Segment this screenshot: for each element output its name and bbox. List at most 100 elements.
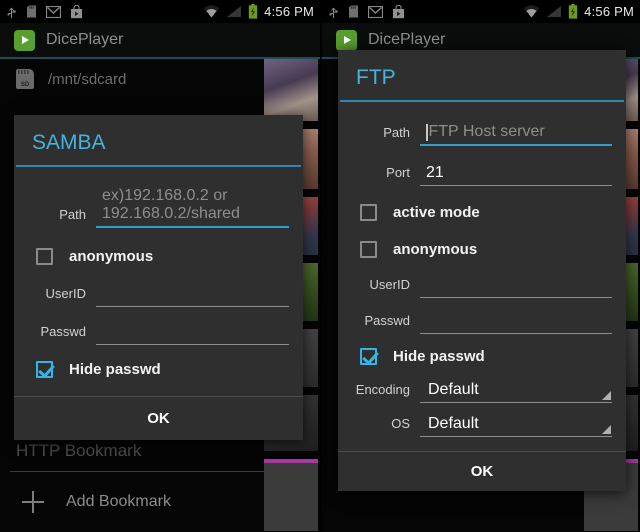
signal-icon — [227, 6, 242, 17]
plus-icon — [22, 491, 44, 513]
samba-path-input[interactable]: ex)192.168.0.2 or 192.168.0.2/shared — [96, 187, 289, 228]
ftp-anonymous-row[interactable]: anonymous — [360, 240, 612, 258]
samba-passwd-input[interactable] — [96, 319, 289, 345]
samba-hide-passwd-row[interactable]: Hide passwd — [36, 360, 289, 378]
wifi-icon — [523, 5, 540, 18]
ftp-os-row: OS Default — [352, 411, 612, 437]
ftp-hide-passwd-checkbox[interactable] — [360, 347, 377, 365]
dialog-title: FTP — [356, 66, 396, 89]
battery-icon — [568, 4, 578, 19]
samba-userid-label: UserID — [45, 285, 86, 301]
status-bar-left-icons — [328, 4, 405, 19]
status-bar: 4:56 PM — [0, 0, 320, 23]
samba-userid-row: UserID — [28, 281, 289, 307]
gmail-icon — [368, 5, 383, 18]
samba-anonymous-label: anonymous — [69, 247, 154, 265]
status-bar-clock: 4:56 PM — [584, 4, 634, 19]
battery-icon — [248, 4, 258, 19]
ftp-hide-passwd-row[interactable]: Hide passwd — [360, 347, 612, 365]
dialog-title: SAMBA — [32, 131, 106, 154]
samba-ok-button[interactable]: OK — [14, 397, 303, 440]
ftp-ok-button[interactable]: OK — [338, 452, 626, 491]
status-bar: 4:56 PM — [322, 0, 640, 23]
ftp-os-spinner[interactable]: Default — [420, 411, 612, 437]
ftp-anonymous-label: anonymous — [393, 240, 478, 258]
ftp-encoding-spinner[interactable]: Default — [420, 377, 612, 403]
ftp-port-input[interactable]: 21 — [420, 160, 612, 186]
ftp-dialog-body: Path FTP Host server Port 21 active mode… — [338, 102, 626, 441]
ftp-path-control: FTP Host server — [420, 120, 612, 146]
thumbnail-item[interactable] — [264, 459, 318, 531]
status-bar-clock: 4:56 PM — [264, 4, 314, 19]
spinner-arrow-icon — [602, 390, 611, 400]
ftp-port-control: 21 — [420, 160, 612, 186]
sdcard-icon: SD — [16, 69, 34, 89]
usb-icon — [329, 7, 338, 18]
samba-path-placeholder: ex)192.168.0.2 or 192.168.0.2/shared — [102, 186, 240, 223]
ftp-path-row: Path FTP Host server — [352, 120, 612, 146]
ftp-path-placeholder: FTP Host server — [428, 122, 545, 140]
text-caret — [426, 123, 428, 141]
add-bookmark-label: Add Bookmark — [66, 493, 171, 510]
app-title-label: DicePlayer — [46, 31, 124, 48]
ftp-encoding-label: Encoding — [355, 381, 410, 397]
sdcard-icon — [349, 5, 358, 18]
ftp-os-value: Default — [428, 414, 479, 432]
samba-path-control: ex)192.168.0.2 or 192.168.0.2/shared — [96, 187, 289, 228]
samba-passwd-label: Passwd — [40, 323, 86, 339]
ftp-userid-input[interactable] — [420, 272, 612, 298]
list-item-label: HTTP Bookmark — [16, 441, 142, 460]
ftp-userid-row: UserID — [352, 272, 612, 298]
ftp-port-row: Port 21 — [352, 160, 612, 186]
right-panel-ftp: 4:56 PM DicePlayer S F H — [320, 0, 640, 532]
ftp-userid-control — [420, 272, 612, 298]
ftp-active-mode-checkbox[interactable] — [360, 203, 377, 221]
samba-hide-passwd-checkbox[interactable] — [36, 360, 53, 378]
samba-dialog: SAMBA Path ex)192.168.0.2 or 192.168.0.2… — [14, 115, 303, 440]
ftp-passwd-input[interactable] — [420, 308, 612, 334]
ftp-path-label: Path — [383, 124, 410, 140]
left-panel-samba: 4:56 PM DicePlayer SD /mnt/sdcard S F HT… — [0, 0, 320, 532]
thumbnail-item[interactable] — [264, 59, 318, 121]
ftp-passwd-row: Passwd — [352, 308, 612, 334]
samba-anonymous-row[interactable]: anonymous — [36, 247, 289, 265]
play-store-icon — [393, 4, 404, 18]
ftp-encoding-row: Encoding Default — [352, 377, 612, 403]
spinner-arrow-icon — [602, 424, 611, 434]
diceplayer-icon — [336, 29, 357, 51]
status-bar-left-icons — [6, 4, 83, 19]
signal-icon — [547, 6, 562, 17]
samba-passwd-row: Passwd — [28, 319, 289, 345]
app-title-bar: DicePlayer — [0, 23, 320, 59]
ftp-active-mode-row[interactable]: active mode — [360, 203, 612, 221]
ftp-userid-label: UserID — [369, 276, 410, 292]
samba-path-row: Path ex)192.168.0.2 or 192.168.0.2/share… — [28, 187, 289, 228]
ftp-hide-passwd-label: Hide passwd — [393, 347, 485, 365]
status-bar-right-icons: 4:56 PM — [523, 4, 634, 19]
ftp-port-label: Port — [386, 164, 410, 180]
diceplayer-icon — [14, 29, 35, 51]
app-title-label: DicePlayer — [368, 31, 446, 48]
screenshot-root: 4:56 PM DicePlayer SD /mnt/sdcard S F HT… — [0, 0, 640, 532]
play-store-icon — [71, 4, 82, 18]
samba-userid-input[interactable] — [96, 281, 289, 307]
samba-hide-passwd-label: Hide passwd — [69, 360, 161, 378]
gmail-icon — [46, 5, 61, 18]
ftp-os-label: OS — [391, 415, 410, 431]
samba-anonymous-checkbox[interactable] — [36, 247, 53, 265]
status-bar-right-icons: 4:56 PM — [203, 4, 314, 19]
ftp-encoding-value: Default — [428, 380, 479, 398]
usb-icon — [7, 7, 16, 18]
samba-passwd-control — [96, 319, 289, 345]
sdcard-icon — [27, 5, 36, 18]
ftp-anonymous-checkbox[interactable] — [360, 240, 377, 258]
samba-path-label: Path — [59, 206, 86, 222]
list-item-label: /mnt/sdcard — [48, 70, 127, 88]
ftp-passwd-label: Passwd — [364, 312, 410, 328]
samba-userid-control — [96, 281, 289, 307]
ftp-passwd-control — [420, 308, 612, 334]
ftp-path-input[interactable]: FTP Host server — [420, 120, 612, 146]
wifi-icon — [203, 5, 220, 18]
ftp-dialog: FTP Path FTP Host server Port 21 active … — [338, 50, 626, 491]
samba-dialog-body: Path ex)192.168.0.2 or 192.168.0.2/share… — [14, 167, 303, 386]
